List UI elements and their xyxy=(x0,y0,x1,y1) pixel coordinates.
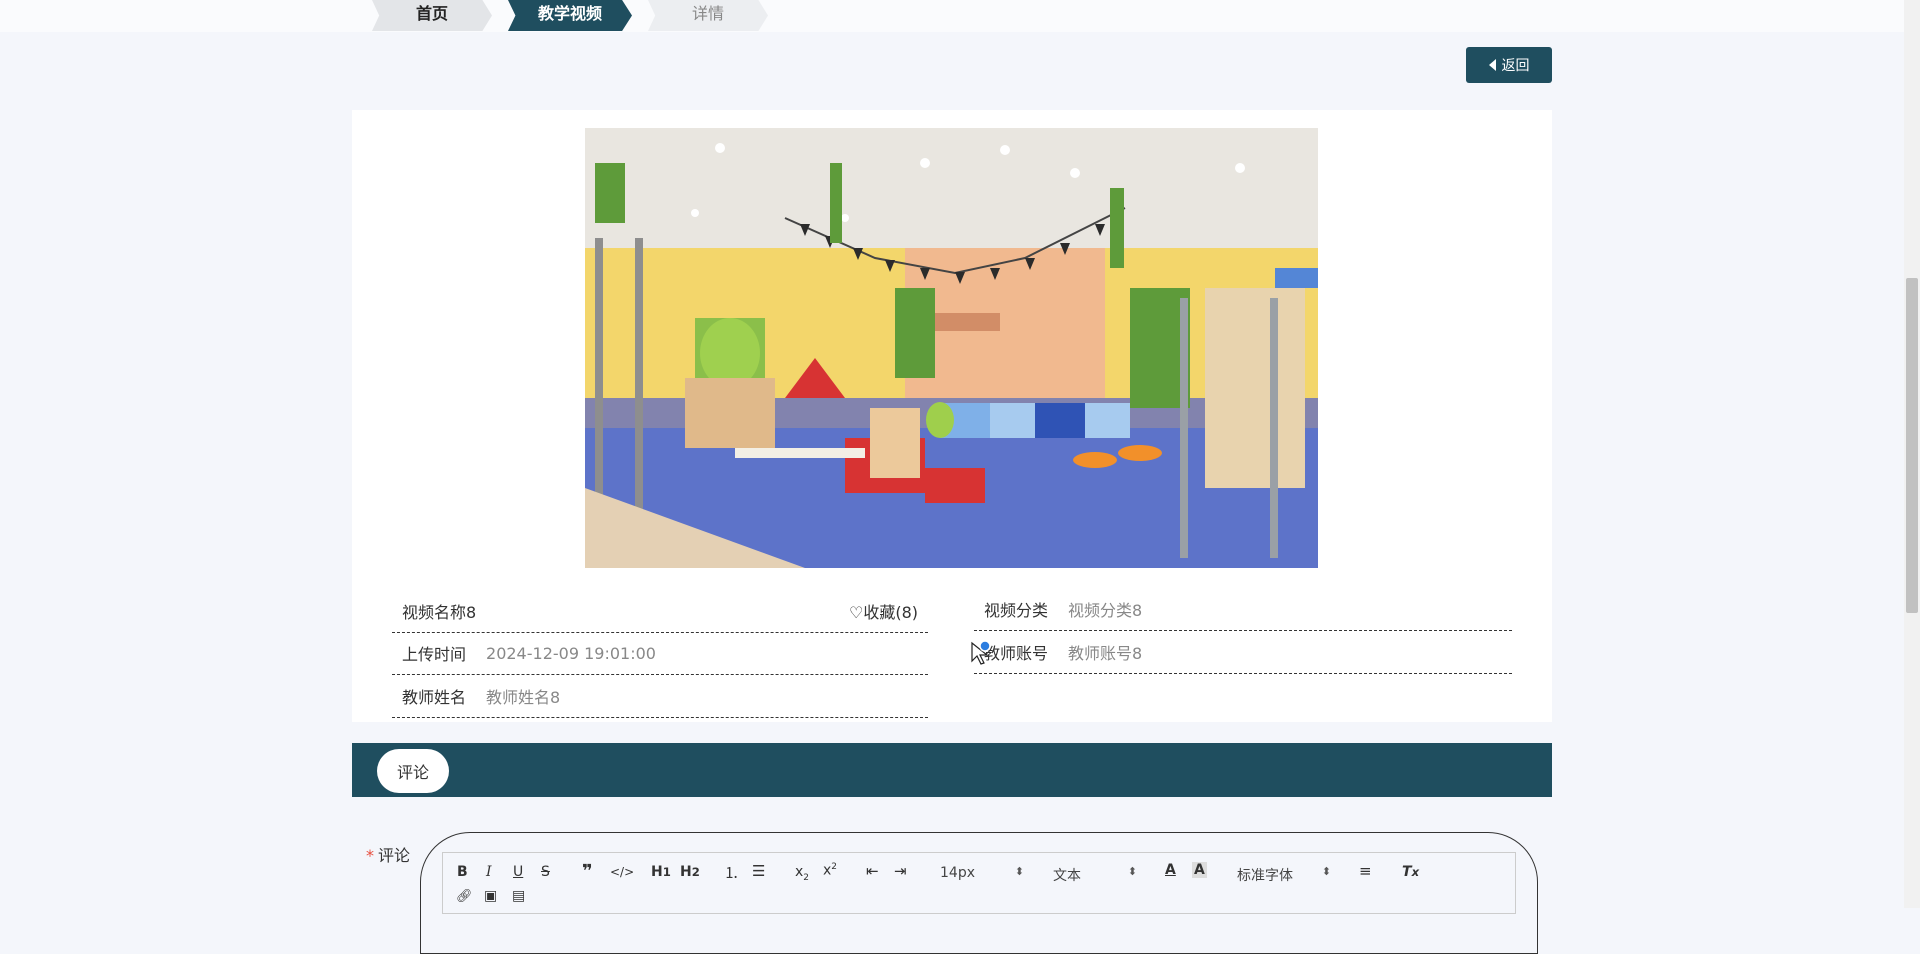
breadcrumb-detail: 详情 xyxy=(648,0,768,31)
comment-tab-bar xyxy=(352,743,1552,797)
editor-toolbar xyxy=(442,852,1516,914)
select-arrows-icon: ⬍ xyxy=(1321,865,1331,878)
link-icon[interactable]: 🔗︎ xyxy=(456,889,473,904)
select-arrows-icon: ⬍ xyxy=(1014,865,1024,878)
comment-label-text: 评论 xyxy=(378,846,411,865)
clear-format-icon[interactable]: Tx xyxy=(1402,864,1419,880)
scrollbar-thumb[interactable] xyxy=(1906,278,1918,613)
video-name-row: 视频名称8 ♡收藏(8) xyxy=(392,590,928,633)
breadcrumb-teaching-video[interactable]: 教学视频 xyxy=(508,0,632,31)
quote-icon[interactable]: ❞ xyxy=(582,861,593,882)
teacher-account-row: 教师账号 教师账号8 xyxy=(974,631,1512,674)
category-row: 视频分类 视频分类8 xyxy=(974,588,1512,631)
font-family-select[interactable]: 标准字体 ⬍ xyxy=(1237,865,1331,885)
video-name: 视频名称8 xyxy=(402,603,477,622)
tab-comments[interactable]: 评论 xyxy=(377,749,449,793)
favorite-button[interactable]: ♡收藏(8) xyxy=(849,599,918,623)
upload-time-value: 2024-12-09 19:01:00 xyxy=(486,643,656,663)
video-icon[interactable]: ▤ xyxy=(512,888,525,904)
background-color-icon[interactable]: A xyxy=(1192,862,1207,878)
block-format-select[interactable]: 文本 ⬍ xyxy=(1053,865,1137,885)
teacher-name-label: 教师姓名 xyxy=(402,688,467,707)
bullet-list-icon[interactable]: ☰ xyxy=(752,862,765,880)
ordered-list-icon[interactable]: ⒈ xyxy=(724,862,739,883)
heart-icon: ♡ xyxy=(848,603,864,622)
font-color-icon[interactable]: A xyxy=(1165,862,1176,878)
back-button-label: 返回 xyxy=(1501,58,1530,74)
upload-time-row: 上传时间 2024-12-09 19:01:00 xyxy=(392,632,928,675)
italic-icon[interactable]: I xyxy=(486,864,492,880)
outdent-icon[interactable]: ⇤ xyxy=(866,862,879,880)
favorite-count: 收藏(8) xyxy=(863,603,918,622)
align-icon[interactable]: ≡ xyxy=(1359,862,1372,880)
block-format-value: 文本 xyxy=(1053,868,1081,884)
comment-field-label: * 评论 xyxy=(366,842,410,866)
category-label: 视频分类 xyxy=(984,601,1049,620)
superscript-icon[interactable]: x2 xyxy=(823,862,837,879)
video-cover-image[interactable] xyxy=(585,128,1318,568)
teacher-account-label: 教师账号 xyxy=(984,644,1049,663)
h1-icon[interactable]: H1 xyxy=(651,864,671,880)
breadcrumb-home[interactable]: 首页 xyxy=(372,0,492,31)
h2-icon[interactable]: H2 xyxy=(680,864,700,880)
bold-icon[interactable]: B xyxy=(457,864,468,880)
font-size-value: 14px xyxy=(940,865,975,881)
select-arrows-icon: ⬍ xyxy=(1127,865,1137,878)
teacher-name-value: 教师姓名8 xyxy=(486,688,561,707)
top-nav-bar xyxy=(0,0,1920,32)
mouse-cursor-icon xyxy=(970,640,992,671)
category-value: 视频分类8 xyxy=(1068,601,1143,620)
font-size-select[interactable]: 14px ⬍ xyxy=(940,865,1024,881)
teacher-account-value: 教师账号8 xyxy=(1068,644,1143,663)
font-family-value: 标准字体 xyxy=(1237,868,1293,884)
teacher-name-row: 教师姓名 教师姓名8 xyxy=(392,675,928,718)
underline-icon[interactable]: U xyxy=(513,864,523,880)
code-icon[interactable]: </> xyxy=(610,865,634,879)
image-icon[interactable]: ▣ xyxy=(484,888,497,904)
indent-icon[interactable]: ⇥ xyxy=(894,862,907,880)
back-button[interactable]: 返回 xyxy=(1466,47,1552,83)
strike-icon[interactable]: S xyxy=(541,864,550,880)
upload-time-label: 上传时间 xyxy=(402,645,467,664)
subscript-icon[interactable]: x2 xyxy=(795,864,809,883)
caret-left-icon xyxy=(1488,59,1496,71)
required-mark: * xyxy=(366,846,374,865)
